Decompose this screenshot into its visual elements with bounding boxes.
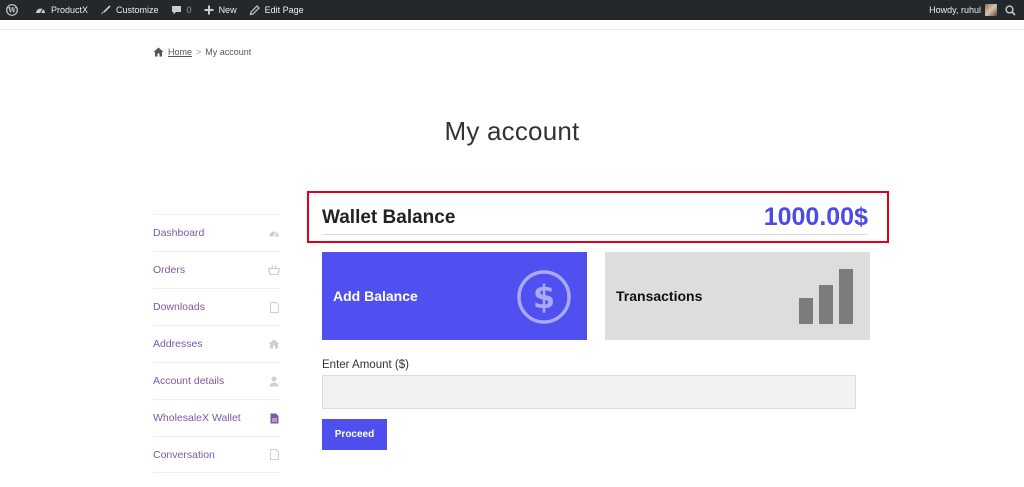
home-icon xyxy=(268,338,280,350)
pencil-icon xyxy=(249,4,260,15)
new-label: New xyxy=(218,5,237,15)
search-icon[interactable] xyxy=(1005,4,1016,16)
nav-item-dashboard[interactable]: Dashboard xyxy=(153,214,280,251)
nav-item-label: Orders xyxy=(153,264,186,276)
amount-input[interactable] xyxy=(322,375,856,409)
transactions-card[interactable]: Transactions xyxy=(605,252,870,340)
comments-link[interactable]: 0 xyxy=(165,0,198,20)
comments-count: 0 xyxy=(186,5,192,15)
enter-amount-label: Enter Amount ($) xyxy=(322,359,409,371)
new-content-link[interactable]: New xyxy=(198,0,243,20)
nav-item-addresses[interactable]: Addresses xyxy=(153,325,280,362)
brush-icon xyxy=(101,4,111,15)
nav-item-orders[interactable]: Orders xyxy=(153,251,280,288)
add-balance-card[interactable]: Add Balance $ xyxy=(322,252,587,340)
dashboard-icon xyxy=(268,227,280,239)
comment-icon xyxy=(171,5,181,14)
page-title: My account xyxy=(444,116,580,146)
nav-item-wholesalex-wallet[interactable]: WholesaleX Wallet xyxy=(153,399,280,436)
plus-icon xyxy=(204,5,214,15)
avatar[interactable] xyxy=(985,4,997,16)
admin-bar: W ProductX Customize 0 New Edit Page How… xyxy=(0,0,1024,20)
svg-text:$: $ xyxy=(533,278,555,316)
nav-item-label: Account details xyxy=(153,375,225,387)
breadcrumb-home-link[interactable]: Home xyxy=(168,47,192,57)
breadcrumb-separator: > xyxy=(196,47,202,57)
site-name: ProductX xyxy=(51,5,89,15)
wordpress-logo[interactable]: W xyxy=(0,0,29,20)
nav-item-downloads[interactable]: Downloads xyxy=(153,288,280,325)
breadcrumb-current: My account xyxy=(205,47,252,57)
nav-item-label: Dashboard xyxy=(153,227,205,239)
proceed-button[interactable]: Proceed xyxy=(322,419,387,450)
nav-item-conversation[interactable]: Conversation xyxy=(153,436,280,473)
bar-chart-icon xyxy=(799,269,853,324)
nav-item-label: Conversation xyxy=(153,448,215,461)
nav-item-label: Downloads xyxy=(153,301,205,313)
user-icon xyxy=(268,375,280,387)
home-icon xyxy=(153,47,164,57)
account-navigation: Dashboard Orders Downloads Addresses Acc… xyxy=(153,214,280,473)
customize-link[interactable]: Customize xyxy=(94,0,165,20)
nav-item-label: Addresses xyxy=(153,338,203,350)
svg-text:W: W xyxy=(7,6,16,15)
site-name-link[interactable]: ProductX xyxy=(29,0,94,20)
header-divider xyxy=(0,20,1024,30)
transactions-label: Transactions xyxy=(616,288,703,304)
howdy-user[interactable]: Howdy, ruhul xyxy=(923,0,981,20)
wallet-balance-row: Wallet Balance 1000.00$ xyxy=(322,201,868,235)
file-icon xyxy=(268,301,280,313)
wordpress-icon: W xyxy=(6,4,18,16)
edit-page-label: Edit Page xyxy=(264,5,304,15)
wallet-balance-label: Wallet Balance xyxy=(322,206,456,228)
wallet-balance-amount: 1000.00$ xyxy=(763,203,868,231)
file-icon xyxy=(268,449,280,461)
breadcrumb: Home > My account xyxy=(153,47,251,57)
file-icon xyxy=(268,412,280,424)
edit-page-link[interactable]: Edit Page xyxy=(243,0,310,20)
nav-item-account-details[interactable]: Account details xyxy=(153,362,280,399)
customize-label: Customize xyxy=(116,5,159,15)
dashboard-icon xyxy=(36,8,45,13)
nav-item-label: WholesaleX Wallet xyxy=(153,412,241,424)
wallet-balance-highlight: Wallet Balance 1000.00$ xyxy=(307,191,889,243)
add-balance-label: Add Balance xyxy=(333,288,418,304)
dollar-circle-icon: $ xyxy=(517,270,571,324)
basket-icon xyxy=(268,264,280,276)
